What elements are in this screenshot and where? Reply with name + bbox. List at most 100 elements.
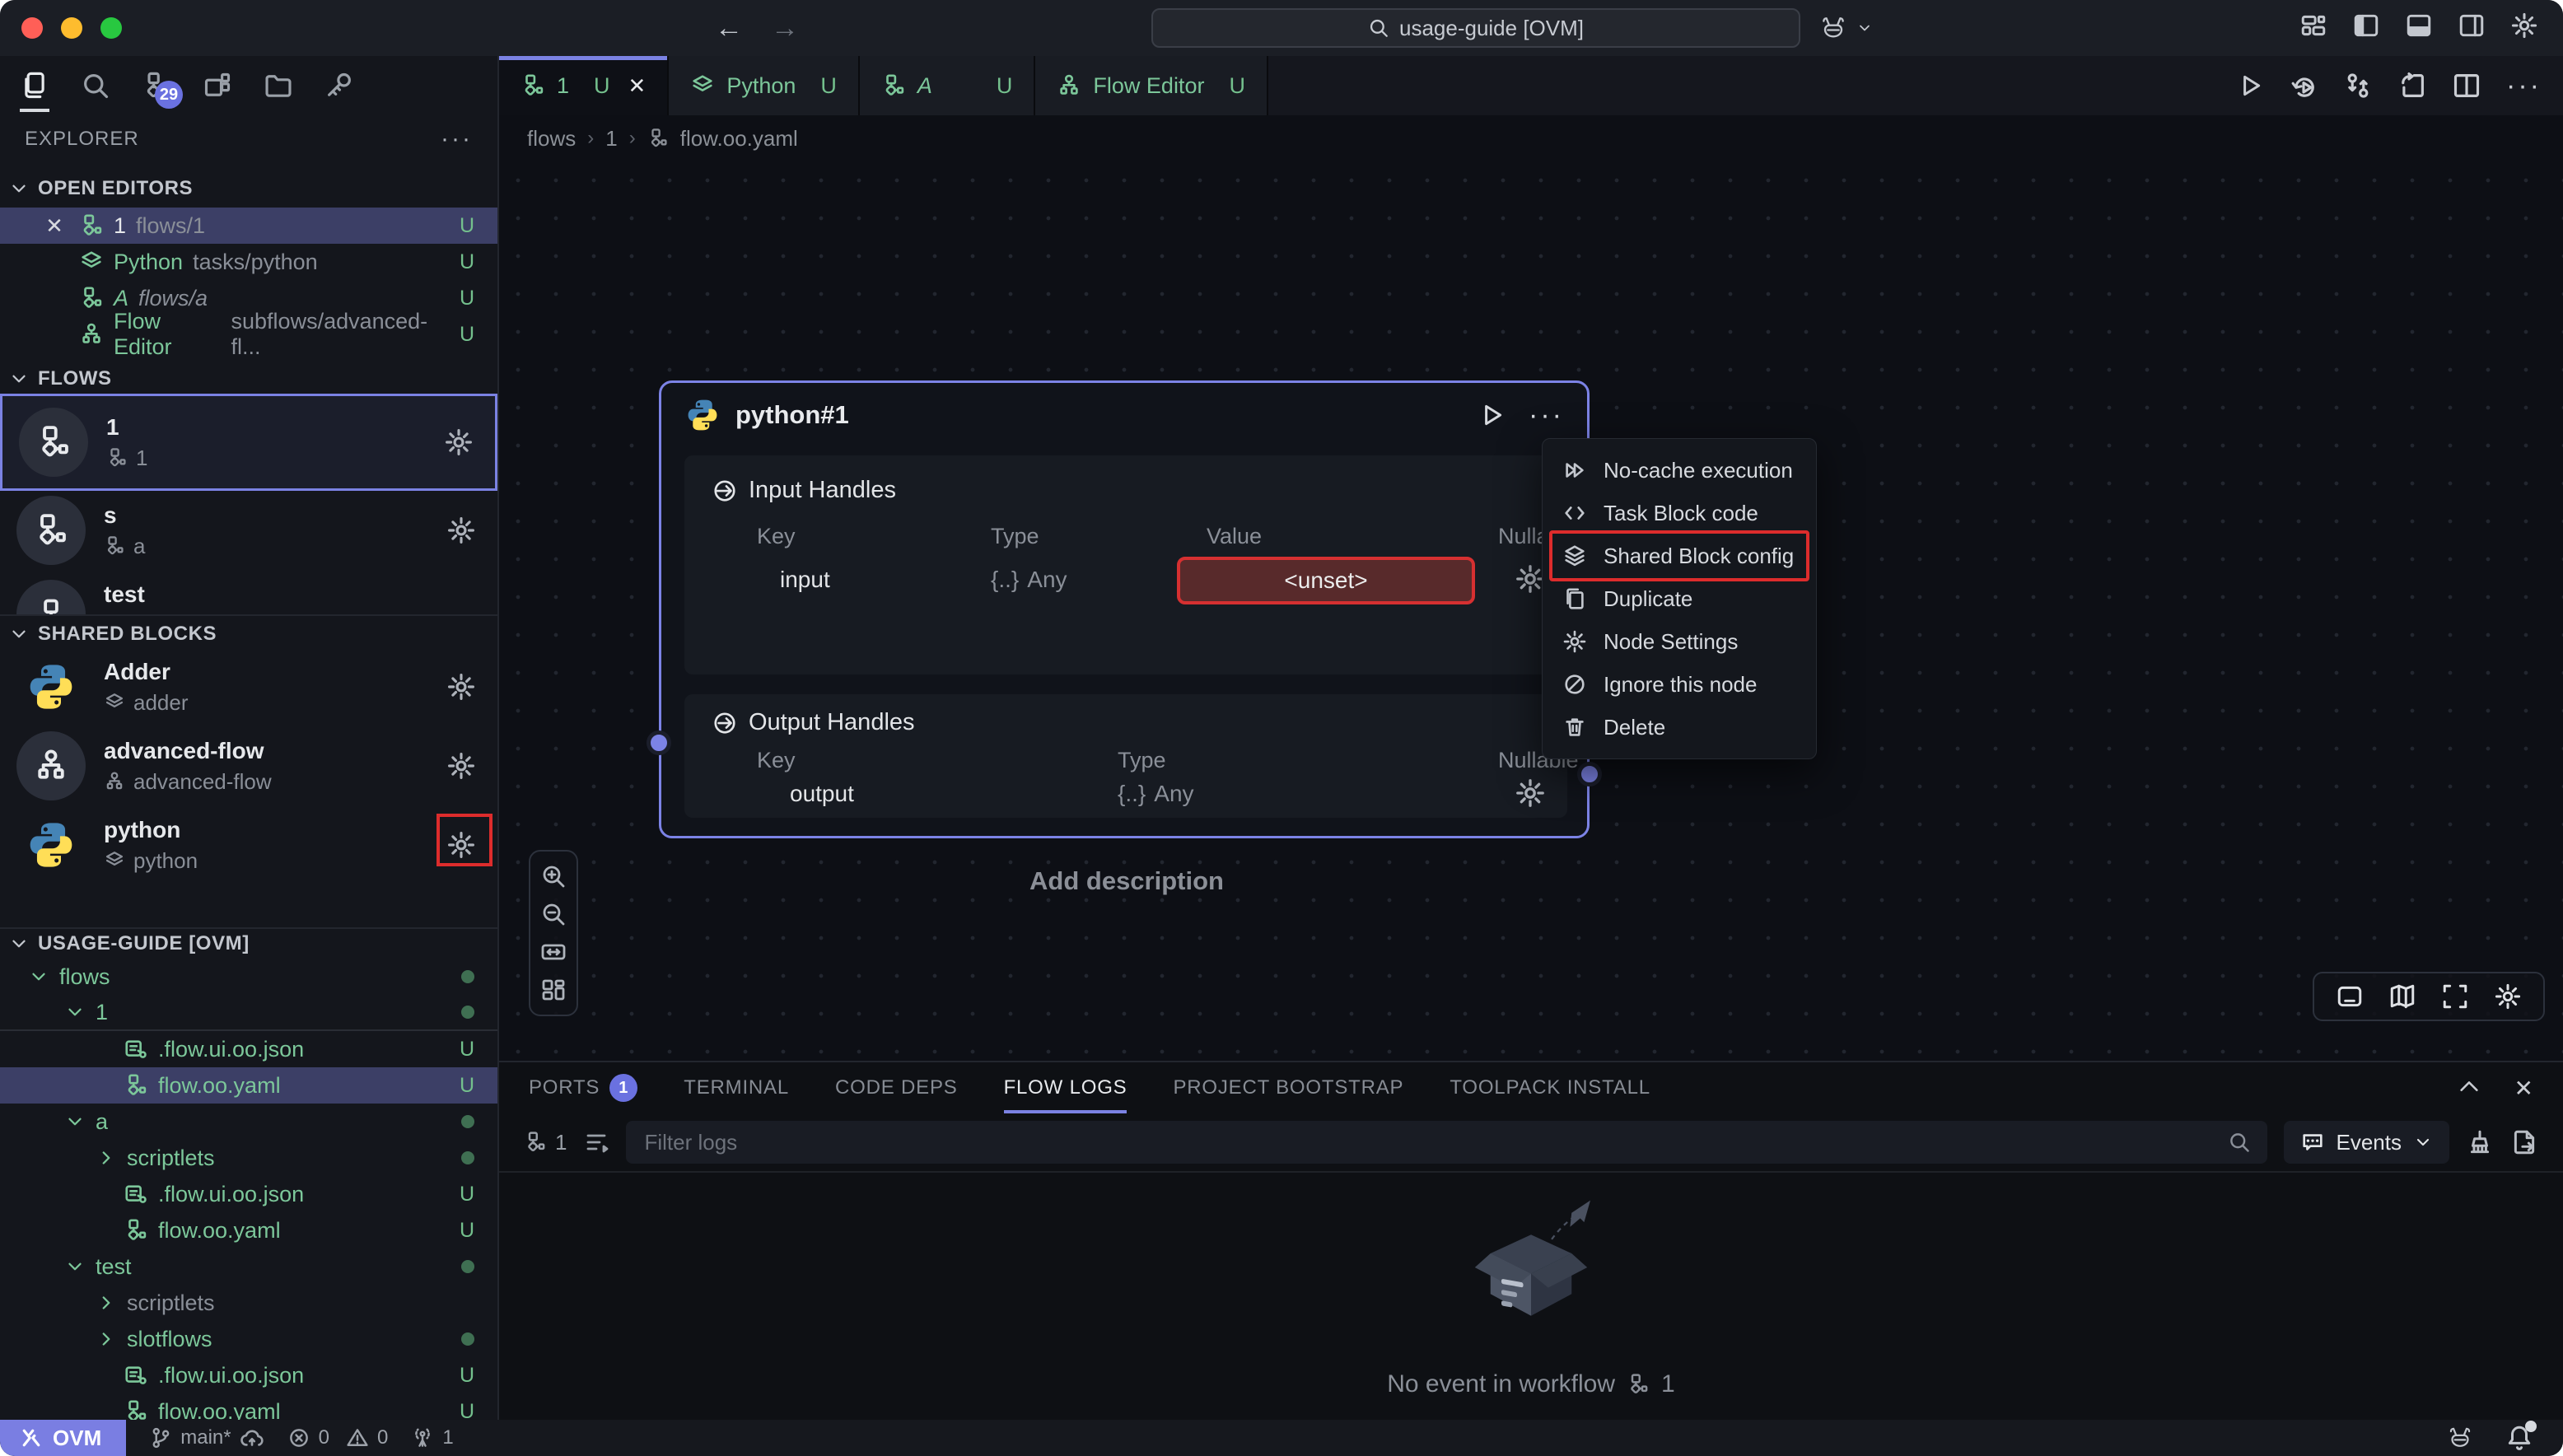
menu-item-duplicate[interactable]: Duplicate — [1543, 577, 1816, 620]
flow-canvas[interactable]: python#1 ··· Input Handles Ke — [499, 161, 2563, 1061]
close-window-button[interactable] — [21, 17, 43, 39]
flow-card[interactable]: test — [0, 570, 497, 614]
run-node-icon[interactable] — [1478, 401, 1506, 429]
filter-logs-input[interactable] — [642, 1129, 2215, 1156]
ports-status[interactable]: 1 — [411, 1426, 453, 1449]
panel-tab-code-deps[interactable]: CODE DEPS — [835, 1062, 958, 1113]
tree-file[interactable]: .flow.ui.oo.json U — [0, 1357, 497, 1393]
block-settings-gear-icon[interactable] — [446, 751, 476, 781]
breadcrumb-folder[interactable]: flows — [527, 126, 576, 152]
compare-runs-icon[interactable] — [2343, 71, 2373, 100]
open-editors-section-header[interactable]: OPEN EDITORS — [0, 170, 497, 208]
flow-card[interactable]: 1 1 — [0, 394, 497, 491]
tree-file[interactable]: .flow.ui.oo.json U — [0, 1031, 497, 1067]
log-level-list-icon[interactable] — [583, 1129, 609, 1155]
remote-indicator[interactable]: OVM — [0, 1420, 126, 1456]
rerun-icon[interactable] — [2289, 71, 2318, 100]
shared-block-card[interactable]: python python — [0, 805, 497, 884]
command-center-search[interactable]: usage-guide [OVM] — [1151, 8, 1800, 48]
tree-folder[interactable]: scriptlets — [0, 1140, 497, 1176]
tree-folder[interactable]: 1 — [0, 995, 497, 1031]
workspace-section-header[interactable]: USAGE-GUIDE [OVM] — [0, 927, 497, 959]
folder-view-icon[interactable] — [262, 69, 295, 102]
block-settings-gear-icon[interactable] — [446, 672, 476, 702]
tree-folder[interactable]: slotflows — [0, 1321, 497, 1357]
toggle-panel-icon[interactable] — [2405, 12, 2433, 40]
flow-settings-gear-icon[interactable] — [446, 516, 476, 545]
shared-block-card[interactable]: Adder adder — [0, 647, 497, 726]
flow-card[interactable]: s a — [0, 491, 497, 570]
secrets-key-icon[interactable] — [323, 69, 356, 102]
tab-flow-editor[interactable]: Flow Editor U — [1035, 56, 1268, 115]
menu-item-ignore-node[interactable]: Ignore this node — [1543, 663, 1816, 706]
unset-value-annotated[interactable]: <unset> — [1177, 557, 1475, 604]
open-editor-item[interactable]: Flow Editor subflows/advanced-fl... U — [0, 316, 497, 352]
tab-flow-a[interactable]: A U — [860, 56, 1036, 115]
close-tab-icon[interactable]: ✕ — [628, 73, 647, 99]
more-actions-icon[interactable]: ··· — [2506, 70, 2542, 102]
menu-item-task-block-code[interactable]: Task Block code — [1543, 492, 1816, 534]
toggle-panel-bottom-icon[interactable] — [2336, 982, 2364, 1010]
toggle-sidebar-left-icon[interactable] — [2352, 12, 2380, 40]
fit-view-icon[interactable] — [540, 939, 567, 965]
panel-tab-flow-logs[interactable]: FLOW LOGS — [1004, 1062, 1127, 1113]
settings-gear-icon[interactable] — [2510, 12, 2538, 40]
run-flow-icon[interactable] — [2236, 72, 2264, 100]
maximize-panel-icon[interactable] — [2457, 1075, 2481, 1099]
menu-item-node-settings[interactable]: Node Settings — [1543, 620, 1816, 663]
copilot-button[interactable] — [1817, 12, 1873, 44]
search-view-icon[interactable] — [79, 69, 112, 102]
back-icon[interactable]: ← — [715, 12, 743, 44]
canvas-settings-gear-icon[interactable] — [2494, 982, 2522, 1010]
maximize-window-button[interactable] — [100, 17, 122, 39]
notifications-bell-icon[interactable] — [2505, 1424, 2533, 1452]
split-editor-icon[interactable] — [2452, 71, 2481, 100]
tab-python[interactable]: Python U — [669, 56, 860, 115]
tree-file-selected[interactable]: flow.oo.yaml U — [0, 1067, 497, 1104]
auto-layout-icon[interactable] — [540, 977, 567, 1003]
panel-tab-terminal[interactable]: TERMINAL — [684, 1062, 789, 1113]
tree-folder[interactable]: scriptlets — [0, 1285, 497, 1321]
explorer-more-actions-icon[interactable]: ··· — [441, 125, 473, 153]
zoom-in-icon[interactable] — [540, 863, 567, 889]
block-settings-gear-icon[interactable] — [446, 830, 476, 860]
panel-tab-ports[interactable]: PORTS 1 — [529, 1062, 637, 1113]
open-editor-item[interactable]: Python tasks/python U — [0, 244, 497, 280]
close-editor-icon[interactable]: ✕ — [40, 213, 69, 239]
input-connector-handle[interactable] — [647, 730, 671, 755]
handle-settings-gear-icon[interactable] — [1515, 777, 1546, 809]
forward-icon[interactable]: → — [771, 12, 799, 44]
tree-file[interactable]: .flow.ui.oo.json U — [0, 1176, 497, 1212]
tree-folder[interactable]: flows — [0, 959, 497, 995]
explorer-view-icon[interactable] — [18, 69, 51, 102]
flow-settings-gear-icon[interactable] — [444, 427, 474, 457]
rabbit-icon[interactable] — [2444, 1422, 2476, 1454]
shared-block-card[interactable]: advanced-flow advanced-flow — [0, 726, 497, 805]
fullscreen-icon[interactable] — [2441, 982, 2469, 1010]
blocks-view-icon[interactable] — [201, 69, 234, 102]
breadcrumb-file[interactable]: flow.oo.yaml — [680, 126, 798, 152]
toggle-sidebar-right-icon[interactable] — [2458, 12, 2486, 40]
panel-tab-project-bootstrap[interactable]: PROJECT BOOTSTRAP — [1173, 1062, 1403, 1113]
tree-folder[interactable]: a — [0, 1104, 497, 1140]
git-branch-status[interactable]: main* — [149, 1426, 264, 1450]
panel-tab-toolpack-install[interactable]: TOOLPACK INSTALL — [1450, 1062, 1650, 1113]
open-preview-icon[interactable] — [2397, 71, 2427, 100]
tree-file[interactable]: flow.oo.yaml U — [0, 1393, 497, 1420]
tree-folder[interactable]: test — [0, 1248, 497, 1285]
output-connector-handle[interactable] — [1577, 762, 1602, 786]
zoom-out-icon[interactable] — [540, 901, 567, 927]
menu-item-delete[interactable]: Delete — [1543, 706, 1816, 749]
events-dropdown[interactable]: Events — [2284, 1121, 2450, 1164]
menu-item-shared-block-config[interactable]: Shared Block config — [1543, 534, 1816, 577]
filter-logs-field[interactable] — [626, 1121, 2267, 1164]
tab-flow-1[interactable]: 1 U ✕ — [499, 56, 669, 115]
close-panel-icon[interactable]: ✕ — [2514, 1075, 2533, 1102]
export-logs-icon[interactable] — [2510, 1128, 2538, 1156]
clear-logs-icon[interactable] — [2466, 1128, 2494, 1156]
add-description-button[interactable]: Add description — [880, 866, 1374, 896]
menu-item-no-cache-execution[interactable]: No-cache execution — [1543, 449, 1816, 492]
node-header[interactable]: python#1 ··· — [661, 383, 1587, 447]
node-menu-icon[interactable]: ··· — [1529, 399, 1564, 432]
problems-status[interactable]: 0 0 — [287, 1426, 389, 1449]
